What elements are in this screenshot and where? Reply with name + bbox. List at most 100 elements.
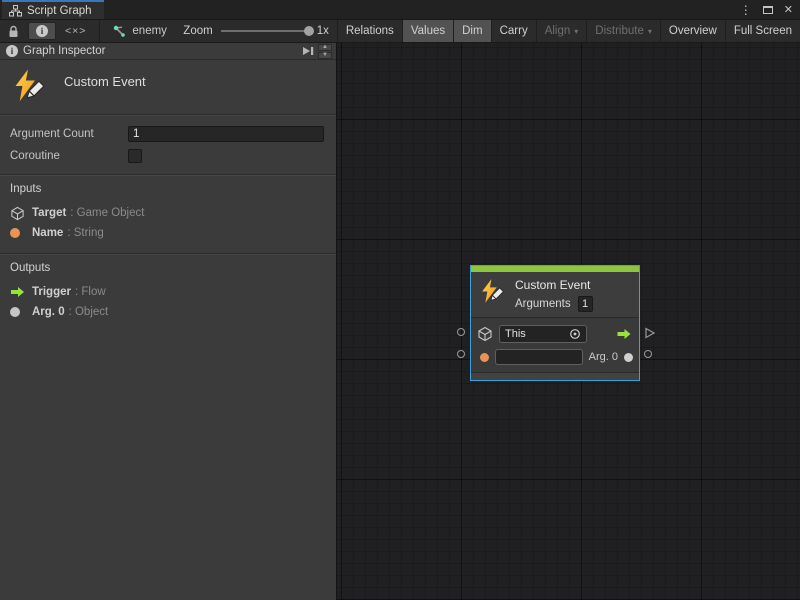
close-icon[interactable]: ✕: [784, 5, 793, 16]
object-dot-icon: [10, 307, 20, 317]
align-label: Align: [545, 25, 571, 37]
tab-label: Script Graph: [27, 5, 92, 17]
zoom-slider-handle[interactable]: [304, 26, 314, 36]
port-name: Trigger: [32, 286, 71, 298]
node-title: Custom Event: [515, 278, 593, 292]
full-screen-button[interactable]: Full Screen: [725, 20, 800, 42]
relations-button[interactable]: Relations: [337, 20, 402, 42]
node-footer: [471, 372, 639, 380]
values-button[interactable]: Values: [402, 20, 453, 42]
target-value: This: [505, 328, 526, 340]
scroll-up-icon[interactable]: ▲: [318, 44, 332, 51]
dim-button[interactable]: Dim: [453, 20, 490, 42]
toolbar-separator: [99, 20, 100, 42]
input-port-target: Target : Game Object: [10, 203, 326, 223]
cube-icon: [10, 206, 25, 221]
outputs-title: Outputs: [10, 262, 326, 274]
maximize-icon[interactable]: [763, 6, 773, 14]
window-menu-icon[interactable]: ⋮: [740, 4, 752, 16]
inspector-toggle-button[interactable]: i: [28, 22, 56, 40]
lock-button[interactable]: [1, 22, 26, 40]
dim-label: Dim: [462, 25, 482, 37]
output-port-trigger: Trigger : Flow: [10, 282, 326, 302]
code-preview-button[interactable]: <×>: [58, 22, 93, 40]
arguments-label: Arguments: [515, 298, 571, 310]
object-dot-icon[interactable]: [624, 353, 633, 362]
distribute-button[interactable]: Distribute ▾: [586, 20, 660, 42]
graph-name-label: enemy: [132, 25, 167, 37]
chevron-down-icon: ▾: [574, 27, 578, 36]
graph-canvas[interactable]: Custom Event Arguments 1: [336, 43, 800, 600]
node-body: This: [471, 317, 639, 372]
zoom-value: 1x: [317, 25, 329, 37]
main-area: i Graph Inspector ▲ ▼: [0, 43, 800, 600]
argument-count-label: Argument Count: [10, 128, 128, 140]
dock-panel-icon[interactable]: [300, 45, 315, 57]
graph-breadcrumb[interactable]: enemy: [105, 20, 175, 42]
port-name: Arg. 0: [32, 306, 65, 318]
external-input-port-flow[interactable]: [457, 328, 465, 336]
script-graph-window: Script Graph ⋮ ✕ i <×>: [0, 0, 800, 600]
unit-title: Custom Event: [64, 74, 146, 89]
flow-arrow-icon: [10, 286, 26, 298]
code-icon: <×>: [65, 25, 86, 37]
distribute-label: Distribute: [595, 25, 644, 37]
event-name-field[interactable]: [495, 349, 583, 365]
graph-toolbar: i <×> enemy Zoom 1x Relations Values: [0, 20, 800, 43]
inspector-header: i Graph Inspector ▲ ▼: [0, 43, 336, 60]
port-name: Name: [32, 227, 63, 239]
coroutine-checkbox[interactable]: [128, 149, 142, 163]
cube-icon: [477, 326, 493, 342]
unit-header: Custom Event: [0, 60, 336, 114]
scroll-down-icon[interactable]: ▼: [318, 52, 332, 59]
inputs-title: Inputs: [10, 183, 326, 195]
custom-event-icon: [478, 278, 505, 305]
info-icon: i: [36, 25, 48, 37]
port-type: : Flow: [75, 286, 106, 298]
port-type: : Object: [69, 306, 109, 318]
flow-arrow-icon[interactable]: [616, 328, 633, 340]
panel-scroll-buttons: ▲ ▼: [318, 44, 332, 59]
inspector-title: Graph Inspector: [23, 45, 105, 57]
lock-icon: [8, 25, 19, 38]
chevron-down-icon: ▾: [648, 27, 652, 36]
coroutine-label: Coroutine: [10, 150, 128, 162]
graph-pointer-icon: [113, 25, 127, 38]
external-output-port-arg0[interactable]: [644, 350, 652, 358]
target-field[interactable]: This: [499, 325, 587, 343]
inspector-header-controls: ▲ ▼: [300, 44, 332, 59]
argument-count-input[interactable]: [128, 126, 324, 142]
string-dot-icon[interactable]: [480, 353, 489, 362]
arguments-count-field[interactable]: 1: [578, 296, 593, 312]
unit-settings-form: Argument Count Coroutine: [0, 116, 336, 174]
zoom-label: Zoom: [183, 25, 212, 37]
coroutine-row: Coroutine: [10, 146, 324, 166]
window-controls: ⋮ ✕: [740, 0, 793, 20]
inputs-section: Inputs Target : Game Object Name : Strin…: [0, 176, 336, 253]
node-header[interactable]: Custom Event Arguments 1: [471, 272, 639, 317]
overview-label: Overview: [669, 25, 717, 37]
arg0-label: Arg. 0: [589, 351, 618, 363]
custom-event-icon: [10, 68, 46, 104]
tab-script-graph[interactable]: Script Graph: [2, 0, 104, 19]
port-type: : Game Object: [70, 207, 144, 219]
port-name: Target: [32, 207, 66, 219]
external-input-port-name[interactable]: [457, 350, 465, 358]
full-screen-label: Full Screen: [734, 25, 792, 37]
overview-button[interactable]: Overview: [660, 20, 725, 42]
name-port-row: Arg. 0: [477, 347, 633, 367]
carry-button[interactable]: Carry: [491, 20, 536, 42]
zoom-control: Zoom 1x: [183, 20, 337, 42]
output-port-arg0: Arg. 0 : Object: [10, 302, 326, 322]
values-label: Values: [411, 25, 445, 37]
graph-icon: [9, 5, 22, 17]
align-button[interactable]: Align ▾: [536, 20, 587, 42]
zoom-slider[interactable]: [221, 30, 309, 32]
external-output-port-trigger[interactable]: [644, 327, 656, 339]
custom-event-node[interactable]: Custom Event Arguments 1: [470, 265, 640, 381]
string-dot-icon: [10, 228, 20, 238]
graph-inspector-panel: i Graph Inspector ▲ ▼: [0, 43, 336, 600]
port-type: : String: [67, 227, 103, 239]
input-port-name: Name : String: [10, 223, 326, 243]
argument-count-row: Argument Count: [10, 124, 324, 144]
